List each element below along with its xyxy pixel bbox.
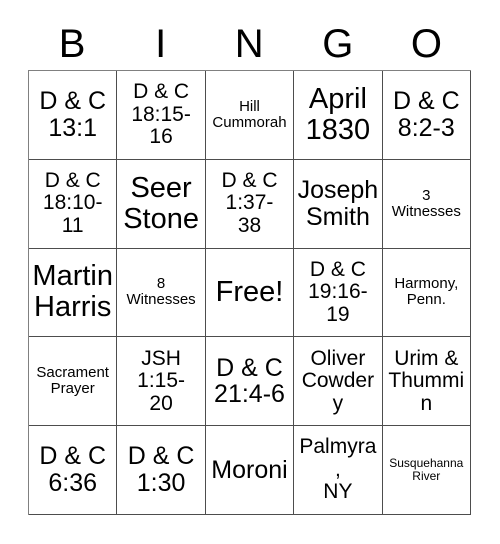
bingo-cell-label: 3 Witnesses bbox=[391, 186, 461, 220]
bingo-header-letter-b: B bbox=[58, 22, 86, 66]
bingo-header-letter-o: O bbox=[410, 22, 443, 66]
bingo-cell-b2[interactable]: D & C 18:10- 11 bbox=[29, 159, 118, 249]
bingo-cell-n2[interactable]: D & C 1:37- 38 bbox=[205, 159, 295, 249]
bingo-cell-label: Harmony, Penn. bbox=[394, 275, 459, 309]
bingo-cell-b1[interactable]: D & C 13:1 bbox=[29, 71, 118, 160]
bingo-cell-g1[interactable]: April 1830 bbox=[294, 71, 383, 160]
bingo-cell-i3[interactable]: 8 Witnesses bbox=[117, 248, 206, 338]
bingo-cell-g3[interactable]: D & C 19:16- 19 bbox=[294, 248, 383, 338]
bingo-cell-label: D & C 13:1 bbox=[39, 87, 107, 142]
bingo-cell-free[interactable]: Free! bbox=[205, 248, 295, 338]
bingo-cell-label: Free! bbox=[215, 275, 284, 308]
bingo-cell-label: Martin Harris bbox=[32, 260, 113, 324]
bingo-cell-b3[interactable]: Martin Harris bbox=[29, 248, 118, 338]
bingo-cell-label: Joseph Smith bbox=[297, 175, 379, 231]
bingo-cell-i1[interactable]: D & C 18:15- 16 bbox=[117, 71, 206, 160]
bingo-cell-label: 8 Witnesses bbox=[126, 275, 196, 309]
bingo-cell-i5[interactable]: D & C 1:30 bbox=[117, 426, 206, 515]
bingo-card: B I N G O D & C 13:1 D & C 18:15- 16 Hil… bbox=[0, 0, 500, 544]
bingo-cell-i2[interactable]: Seer Stone bbox=[117, 159, 206, 249]
bingo-cell-label: Sacrament Prayer bbox=[36, 364, 109, 398]
bingo-cell-o4[interactable]: Urim & Thummin bbox=[382, 337, 471, 427]
bingo-cell-o3[interactable]: Harmony, Penn. bbox=[382, 248, 471, 338]
bingo-cell-label: JSH 1:15- 20 bbox=[137, 346, 186, 415]
bingo-cell-o1[interactable]: D & C 8:2-3 bbox=[382, 71, 471, 160]
bingo-cell-label: D & C 1:30 bbox=[127, 442, 195, 498]
bingo-cell-label: Urim & Thummin bbox=[388, 346, 465, 415]
bingo-cell-label: Susquehanna River bbox=[389, 456, 464, 484]
bingo-header-letter-i: I bbox=[155, 22, 167, 66]
bingo-cell-i4[interactable]: JSH 1:15- 20 bbox=[117, 337, 206, 427]
bingo-cell-label: Moroni bbox=[211, 455, 288, 484]
bingo-cell-n5[interactable]: Moroni bbox=[205, 426, 295, 515]
bingo-grid: D & C 13:1 D & C 18:15- 16 Hill Cummorah… bbox=[28, 70, 471, 515]
bingo-header-letter-n: N bbox=[234, 22, 265, 66]
bingo-cell-o5[interactable]: Susquehanna River bbox=[382, 426, 471, 515]
bingo-cell-g5[interactable]: Palmyra, NY bbox=[294, 426, 383, 515]
bingo-header-letter-g: G bbox=[322, 22, 354, 66]
bingo-cell-label: D & C 18:10- 11 bbox=[42, 168, 103, 237]
bingo-cell-n1[interactable]: Hill Cummorah bbox=[205, 71, 295, 160]
bingo-cell-label: D & C 19:16- 19 bbox=[308, 257, 368, 326]
bingo-cell-label: D & C 6:36 bbox=[39, 442, 107, 498]
bingo-cell-label: Palmyra, NY bbox=[299, 435, 377, 504]
bingo-cell-n4[interactable]: D & C 21:4-6 bbox=[205, 337, 295, 427]
bingo-cell-g2[interactable]: Joseph Smith bbox=[294, 159, 383, 249]
bingo-cell-label: April 1830 bbox=[305, 82, 371, 146]
bingo-cell-label: D & C 18:15- 16 bbox=[131, 80, 191, 149]
bingo-cell-label: Oliver Cowdery bbox=[301, 346, 375, 415]
bingo-cell-b4[interactable]: Sacrament Prayer bbox=[29, 337, 118, 427]
bingo-cell-b5[interactable]: D & C 6:36 bbox=[29, 426, 118, 515]
bingo-cell-label: Seer Stone bbox=[123, 171, 199, 235]
bingo-cell-label: Hill Cummorah bbox=[212, 97, 287, 131]
bingo-cell-g4[interactable]: Oliver Cowdery bbox=[294, 337, 383, 427]
bingo-cell-label: D & C 8:2-3 bbox=[392, 87, 460, 142]
bingo-cell-o2[interactable]: 3 Witnesses bbox=[382, 159, 471, 249]
bingo-cell-label: D & C 21:4-6 bbox=[214, 353, 285, 409]
bingo-header: B I N G O bbox=[28, 18, 471, 70]
bingo-cell-label: D & C 1:37- 38 bbox=[221, 168, 278, 237]
